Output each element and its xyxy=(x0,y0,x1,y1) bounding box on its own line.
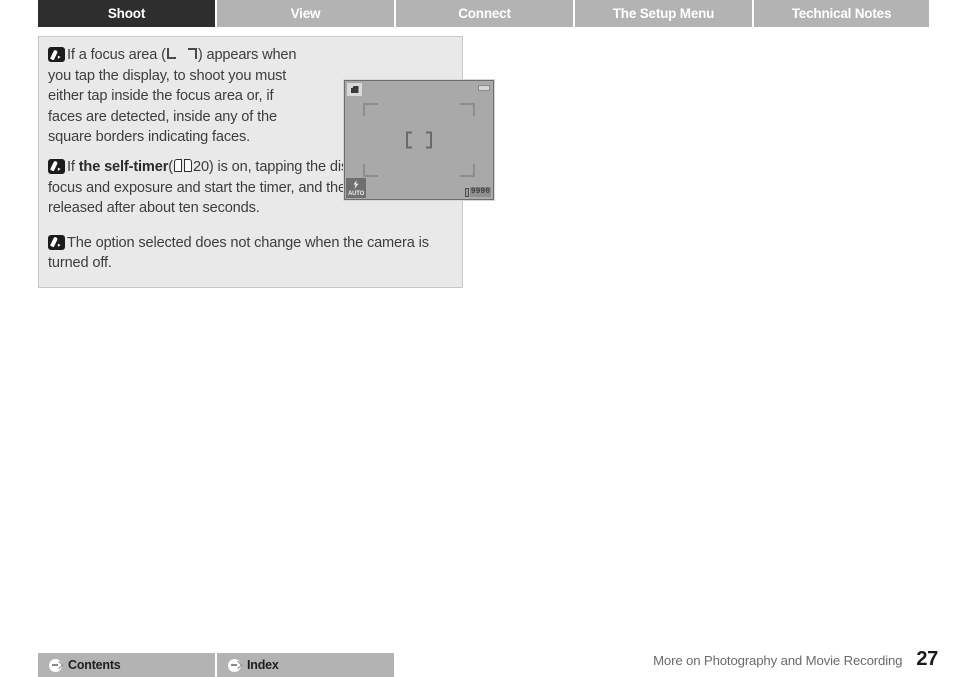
chapter-tab-bar: Shoot View Connect The Setup Menu Techni… xyxy=(38,0,954,27)
flash-auto-indicator: AUTO xyxy=(346,178,366,198)
note-pencil-icon xyxy=(48,234,65,250)
shooting-mode-icon xyxy=(347,83,362,96)
arrow-right-circle-icon xyxy=(49,658,62,672)
note1-lead-text: If a focus area ( xyxy=(67,47,166,63)
contents-button[interactable]: Contents xyxy=(38,653,215,677)
frame-corner-top-left-icon xyxy=(363,103,378,116)
section-title: More on Photography and Movie Recording xyxy=(653,653,903,668)
frame-corner-bottom-left-icon xyxy=(363,164,378,177)
tab-shoot[interactable]: Shoot xyxy=(38,0,215,27)
note2-bold-term: the self-timer xyxy=(78,158,169,175)
open-book-icon xyxy=(173,158,192,172)
tab-technical-notes[interactable]: Technical Notes xyxy=(754,0,929,27)
note2-page-reference: 20 xyxy=(192,158,209,175)
frame-corner-bottom-right-icon xyxy=(460,164,475,177)
tab-view-label: View xyxy=(290,6,321,21)
manual-page: Shoot View Connect The Setup Menu Techni… xyxy=(0,0,954,677)
flash-bolt-icon xyxy=(353,180,359,189)
note-paragraph-focus-area: If a focus area () appears when you tap … xyxy=(48,45,306,148)
index-button[interactable]: Index xyxy=(217,653,394,677)
tab-shoot-label: Shoot xyxy=(107,6,146,21)
tab-the-setup-menu[interactable]: The Setup Menu xyxy=(575,0,752,27)
note2-lead-text: If xyxy=(67,158,79,175)
note3-body-text: The option selected does not change when… xyxy=(48,234,429,272)
footer-navigation: Contents Index xyxy=(38,653,396,677)
arrow-right-circle-icon xyxy=(228,658,241,672)
note-pencil-icon xyxy=(48,47,65,62)
tab-view[interactable]: View xyxy=(217,0,394,27)
tab-technical-notes-label: Technical Notes xyxy=(791,6,892,21)
note-paragraph-option-persistence: The option selected does not change when… xyxy=(48,233,453,274)
battery-level-icon xyxy=(478,85,490,91)
frames-remaining-indicator: 9990 xyxy=(464,187,491,197)
frame-corner-top-right-icon xyxy=(460,103,475,116)
footer-section-info: More on Photography and Movie Recording … xyxy=(653,648,938,671)
note2-paren-open: ( xyxy=(168,158,173,175)
lcd-screen-area: AUTO 9990 xyxy=(345,81,493,199)
camera-display-illustration: AUTO 9990 xyxy=(343,79,495,201)
center-focus-area-icon xyxy=(406,131,432,149)
tab-the-setup-menu-label: The Setup Menu xyxy=(612,6,715,21)
film-roll-icon xyxy=(464,187,469,197)
page-number: 27 xyxy=(916,648,938,670)
tab-connect-label: Connect xyxy=(458,6,511,21)
frames-remaining-value: 9990 xyxy=(469,187,491,197)
note-box: If a focus area () appears when you tap … xyxy=(38,36,495,288)
contents-button-label: Contents xyxy=(68,658,121,672)
focus-area-bracket-icon xyxy=(166,47,197,60)
index-button-label: Index xyxy=(247,658,279,672)
note-pencil-icon xyxy=(48,158,65,174)
tab-connect[interactable]: Connect xyxy=(396,0,573,27)
flash-auto-label: AUTO xyxy=(347,191,365,197)
